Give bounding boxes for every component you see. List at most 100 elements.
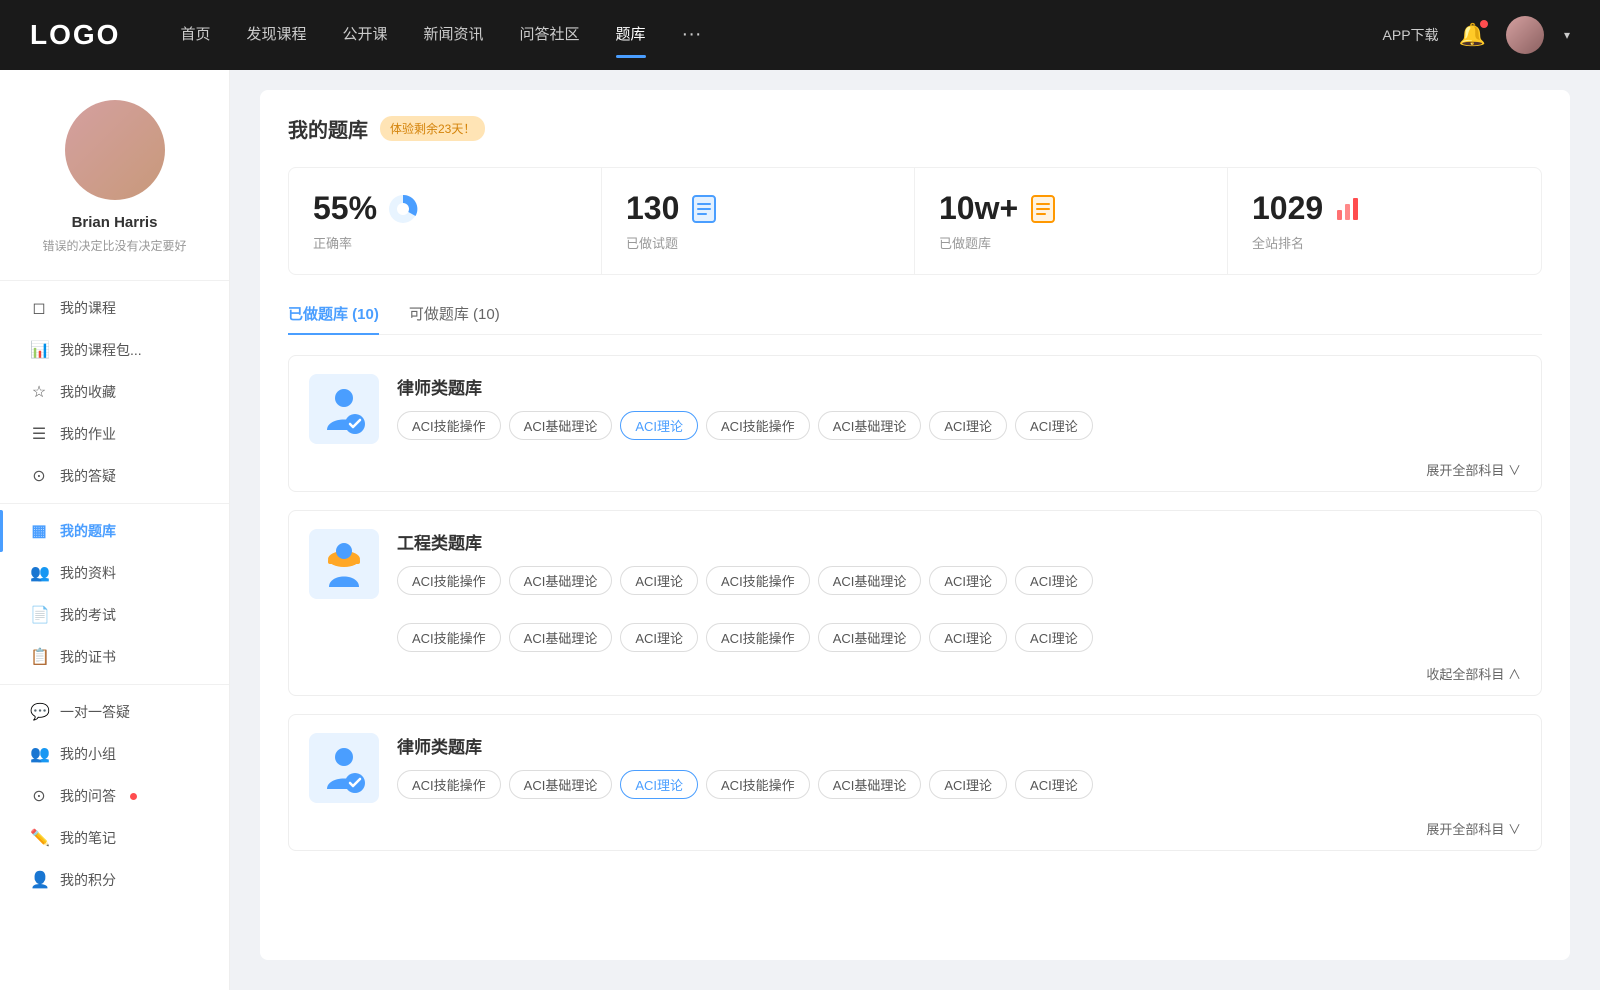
tag-2r2-5[interactable]: ACI基础理论 xyxy=(818,623,922,652)
sidebar-item-groups[interactable]: 👥 我的小组 xyxy=(0,733,229,775)
sidebar-avatar-image xyxy=(65,100,165,200)
notification-bell[interactable]: 🔔 xyxy=(1459,22,1486,48)
stat-rank-value: 1029 xyxy=(1252,190,1323,227)
tag-3-3[interactable]: ACI理论 xyxy=(620,770,698,799)
notes-icon: ✏️ xyxy=(30,828,48,848)
tag-1-2[interactable]: ACI基础理论 xyxy=(509,411,613,440)
tag-3-5[interactable]: ACI基础理论 xyxy=(818,770,922,799)
tag-2r2-3[interactable]: ACI理论 xyxy=(620,623,698,652)
stat-rank: 1029 全站排名 xyxy=(1228,168,1541,274)
user-avatar[interactable] xyxy=(1506,16,1544,54)
content-card: 我的题库 体验剩余23天！ 55% 正确率 xyxy=(260,90,1570,960)
nav-qa[interactable]: 问答社区 xyxy=(520,23,580,48)
tab-available-banks[interactable]: 可做题库 (10) xyxy=(409,303,500,334)
tag-2-3[interactable]: ACI理论 xyxy=(620,566,698,595)
app-download-button[interactable]: APP下载 xyxy=(1383,25,1439,45)
chart-icon xyxy=(1333,194,1363,224)
tag-3-2[interactable]: ACI基础理论 xyxy=(509,770,613,799)
qbank-1-footer: 展开全部科目 ∨ xyxy=(289,460,1541,491)
sidebar-item-exams[interactable]: 📄 我的考试 xyxy=(0,594,229,636)
tag-2-7[interactable]: ACI理论 xyxy=(1015,566,1093,595)
sidebar-label-favorites: 我的收藏 xyxy=(60,382,116,402)
tag-3-4[interactable]: ACI技能操作 xyxy=(706,770,810,799)
tag-1-6[interactable]: ACI理论 xyxy=(929,411,1007,440)
tag-1-3[interactable]: ACI理论 xyxy=(620,411,698,440)
avatar-image xyxy=(1506,16,1544,54)
engineer-icon xyxy=(317,537,372,592)
qbank-3-header: 律师类题库 ACI技能操作 ACI基础理论 ACI理论 ACI技能操作 ACI基… xyxy=(289,715,1541,819)
stat-rank-label: 全站排名 xyxy=(1252,233,1517,252)
tag-2r2-4[interactable]: ACI技能操作 xyxy=(706,623,810,652)
sidebar-item-qbank[interactable]: ▦ 我的题库 xyxy=(0,510,229,552)
sidebar-divider-2 xyxy=(0,503,229,504)
tutoring-icon: 💬 xyxy=(30,702,48,722)
tag-1-5[interactable]: ACI基础理论 xyxy=(818,411,922,440)
stats-row: 55% 正确率 130 xyxy=(288,167,1542,275)
sidebar-item-tutoring[interactable]: 💬 一对一答疑 xyxy=(0,691,229,733)
sidebar-item-questions[interactable]: ⊙ 我的答疑 xyxy=(0,455,229,497)
qbank-1-expand-button[interactable]: 展开全部科目 ∨ xyxy=(1426,460,1521,479)
sidebar-item-favorites[interactable]: ☆ 我的收藏 xyxy=(0,371,229,413)
my-qa-icon: ⊙ xyxy=(30,786,48,806)
tag-2r2-1[interactable]: ACI技能操作 xyxy=(397,623,501,652)
logo[interactable]: LOGO xyxy=(30,19,120,51)
sidebar-item-my-qa[interactable]: ⊙ 我的问答 xyxy=(0,775,229,817)
qbank-2-tags-row1: ACI技能操作 ACI基础理论 ACI理论 ACI技能操作 ACI基础理论 AC… xyxy=(397,566,1521,595)
nav-courses[interactable]: 发现课程 xyxy=(246,23,306,48)
user-dropdown-arrow[interactable]: ▾ xyxy=(1564,28,1570,42)
tag-3-7[interactable]: ACI理论 xyxy=(1015,770,1093,799)
sidebar-item-points[interactable]: 👤 我的积分 xyxy=(0,859,229,901)
sidebar-item-homework[interactable]: ☰ 我的作业 xyxy=(0,413,229,455)
qbank-2-name: 工程类题库 xyxy=(397,529,1521,554)
tabs: 已做题库 (10) 可做题库 (10) xyxy=(288,303,1542,335)
qbank-2-tags-row2: ACI技能操作 ACI基础理论 ACI理论 ACI技能操作 ACI基础理论 AC… xyxy=(289,615,1541,664)
nav-links: 首页 发现课程 公开课 新闻资讯 问答社区 题库 ··· xyxy=(180,23,1382,48)
nav-more[interactable]: ··· xyxy=(682,23,702,48)
qbank-1-header: 律师类题库 ACI技能操作 ACI基础理论 ACI理论 ACI技能操作 ACI基… xyxy=(289,356,1541,460)
nav-news[interactable]: 新闻资讯 xyxy=(424,23,484,48)
qbank-icon: ▦ xyxy=(30,521,48,541)
sidebar-item-my-courses[interactable]: ◻ 我的课程 xyxy=(0,287,229,329)
tag-1-7[interactable]: ACI理论 xyxy=(1015,411,1093,440)
sidebar-label-course-packages: 我的课程包... xyxy=(60,340,142,360)
doc-blue-icon xyxy=(689,194,719,224)
sidebar-item-materials[interactable]: 👥 我的资料 xyxy=(0,552,229,594)
tag-1-1[interactable]: ACI技能操作 xyxy=(397,411,501,440)
tag-2-4[interactable]: ACI技能操作 xyxy=(706,566,810,595)
qbank-2-collapse-button[interactable]: 收起全部科目 ∧ xyxy=(1426,664,1521,683)
tag-2-2[interactable]: ACI基础理论 xyxy=(509,566,613,595)
sidebar-label-my-qa: 我的问答 xyxy=(60,786,116,806)
tag-2-1[interactable]: ACI技能操作 xyxy=(397,566,501,595)
qbank-3-expand-button[interactable]: 展开全部科目 ∨ xyxy=(1426,819,1521,838)
nav-home[interactable]: 首页 xyxy=(180,23,210,48)
stat-banks-label: 已做题库 xyxy=(939,233,1203,252)
tag-2r2-6[interactable]: ACI理论 xyxy=(929,623,1007,652)
tag-2-5[interactable]: ACI基础理论 xyxy=(818,566,922,595)
tag-2r2-7[interactable]: ACI理论 xyxy=(1015,623,1093,652)
qbank-1-info: 律师类题库 ACI技能操作 ACI基础理论 ACI理论 ACI技能操作 ACI基… xyxy=(397,374,1521,440)
nav-qbank[interactable]: 题库 xyxy=(616,23,646,48)
sidebar-label-exams: 我的考试 xyxy=(60,605,116,625)
qbank-2-icon-wrap xyxy=(309,529,379,599)
qbank-1-icon-wrap xyxy=(309,374,379,444)
nav-open-course[interactable]: 公开课 xyxy=(342,23,387,48)
tag-2r2-2[interactable]: ACI基础理论 xyxy=(509,623,613,652)
sidebar-label-homework: 我的作业 xyxy=(60,424,116,444)
tab-done-banks[interactable]: 已做题库 (10) xyxy=(288,303,379,334)
nav-right: APP下载 🔔 ▾ xyxy=(1383,16,1570,54)
sidebar-label-questions: 我的答疑 xyxy=(60,466,116,486)
sidebar-label-tutoring: 一对一答疑 xyxy=(60,702,130,722)
tag-3-6[interactable]: ACI理论 xyxy=(929,770,1007,799)
sidebar-item-course-packages[interactable]: 📊 我的课程包... xyxy=(0,329,229,371)
sidebar-item-certificates[interactable]: 📋 我的证书 xyxy=(0,636,229,678)
tag-2-6[interactable]: ACI理论 xyxy=(929,566,1007,595)
stat-accuracy-top: 55% xyxy=(313,190,577,227)
stat-questions-label: 已做试题 xyxy=(626,233,890,252)
qbank-section-3: 律师类题库 ACI技能操作 ACI基础理论 ACI理论 ACI技能操作 ACI基… xyxy=(288,714,1542,851)
lawyer-icon xyxy=(317,382,372,437)
qbank-2-footer: 收起全部科目 ∧ xyxy=(289,664,1541,695)
layout: Brian Harris 错误的决定比没有决定要好 ◻ 我的课程 📊 我的课程包… xyxy=(0,70,1600,990)
tag-1-4[interactable]: ACI技能操作 xyxy=(706,411,810,440)
sidebar-item-notes[interactable]: ✏️ 我的笔记 xyxy=(0,817,229,859)
tag-3-1[interactable]: ACI技能操作 xyxy=(397,770,501,799)
